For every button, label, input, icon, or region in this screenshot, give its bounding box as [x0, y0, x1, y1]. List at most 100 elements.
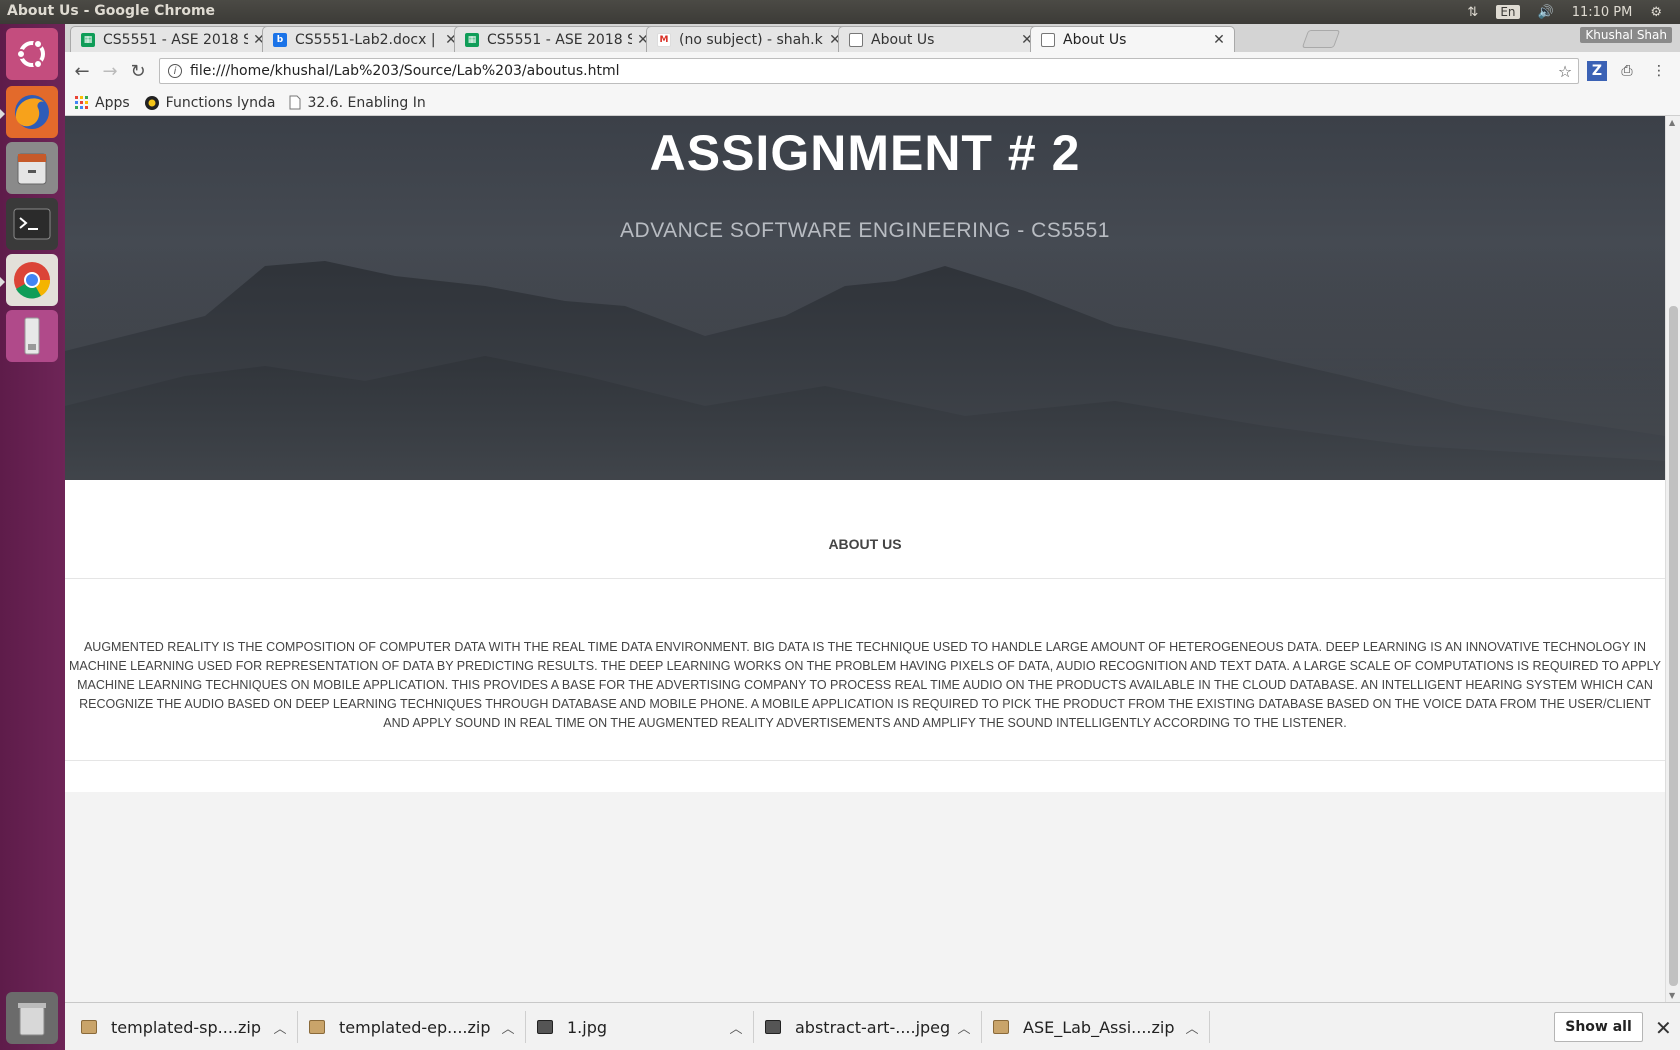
bookmark-label: 32.6. Enabling In [307, 94, 426, 111]
terminal-launcher-button[interactable] [6, 198, 58, 250]
bookmark-enabling[interactable]: 32.6. Enabling In [289, 94, 426, 111]
tab-about-us-active[interactable]: About Us ✕ [1030, 26, 1235, 52]
scroll-down-arrow-icon[interactable]: ▼ [1669, 991, 1675, 1000]
tab-title: About Us [871, 31, 935, 48]
page-icon [289, 95, 301, 110]
firefox-icon [15, 95, 49, 129]
gmail-icon: M [657, 32, 671, 47]
download-name: 1.jpg [567, 1017, 608, 1037]
url-text[interactable]: file:///home/khushal/Lab%203/Source/Lab%… [190, 63, 1552, 79]
chevron-up-icon[interactable]: ︿ [271, 1018, 289, 1037]
close-tab-icon[interactable]: ✕ [1212, 32, 1226, 48]
volume-icon[interactable]: 🔊 [1538, 5, 1554, 20]
download-name: templated-ep....zip [339, 1017, 491, 1037]
system-tray: ⇅ En 🔊 11:10 PM ⚙ [1467, 0, 1680, 24]
apps-grid-icon [75, 95, 89, 110]
usb-drive-icon [24, 317, 40, 355]
chevron-up-icon[interactable]: ︿ [727, 1018, 745, 1037]
window-title: About Us - Google Chrome [7, 3, 216, 19]
ubuntu-dash-button[interactable] [6, 28, 58, 80]
clock[interactable]: 11:10 PM [1572, 5, 1633, 20]
zip-icon [81, 1020, 97, 1034]
unity-launcher [0, 24, 65, 1050]
download-shelf: templated-sp....zip ︿ templated-ep....zi… [65, 1002, 1680, 1050]
tab-lab2-docx[interactable]: b CS5551-Lab2.docx | ✕ [262, 26, 467, 52]
network-icon[interactable]: ⇅ [1467, 5, 1478, 20]
about-section: ABOUT US AUGMENTED REALITY IS THE COMPOS… [65, 480, 1665, 792]
bookmark-label: Functions lynda [165, 94, 276, 111]
tab-title: (no subject) - shah.k [679, 31, 823, 48]
tab-about-us-1[interactable]: About Us ✕ [838, 26, 1043, 52]
browser-toolbar: ← → ↻ i file:///home/khushal/Lab%203/Sou… [65, 52, 1680, 90]
terminal-icon [13, 208, 51, 240]
download-name: templated-sp....zip [111, 1017, 261, 1037]
zotero-extension-icon[interactable]: Z [1587, 61, 1607, 81]
file-cabinet-icon [17, 153, 47, 185]
image-icon [537, 1020, 553, 1034]
back-arrow-icon[interactable]: ← [71, 60, 93, 82]
firefox-launcher-button[interactable] [6, 86, 58, 138]
settings-gear-icon[interactable]: ⚙ [1650, 5, 1662, 20]
profile-name-badge[interactable]: Khushal Shah [1580, 27, 1672, 43]
bookmark-apps[interactable]: Apps [75, 95, 130, 111]
launcher-running-pip [0, 277, 5, 287]
tab-title: About Us [1063, 31, 1127, 48]
lynda-icon [144, 95, 160, 111]
image-icon [765, 1020, 781, 1034]
bookmark-label: Apps [95, 94, 130, 111]
scroll-up-arrow-icon[interactable]: ▲ [1669, 118, 1675, 127]
download-name: ASE_Lab_Assi....zip [1023, 1017, 1175, 1037]
bookmark-star-icon[interactable]: ☆ [1552, 62, 1578, 81]
keyboard-language-indicator[interactable]: En [1496, 5, 1520, 19]
hero-banner: ASSIGNMENT # 2 ADVANCE SOFTWARE ENGINEER… [65, 116, 1665, 480]
zip-icon [309, 1020, 325, 1034]
tab-strip: ▦ CS5551 - ASE 2018 S ✕ b CS5551-Lab2.do… [65, 24, 1680, 52]
system-top-panel: About Us - Google Chrome ⇅ En 🔊 11:10 PM… [0, 0, 1680, 24]
scrollbar-thumb[interactable] [1669, 306, 1678, 986]
files-launcher-button[interactable] [6, 142, 58, 194]
hero-subtitle: ADVANCE SOFTWARE ENGINEERING - CS5551 [620, 219, 1110, 242]
download-name: abstract-art-....jpeg [795, 1017, 951, 1037]
tab-title: CS5551 - ASE 2018 S [487, 31, 632, 48]
tab-ase-sheet-1[interactable]: ▦ CS5551 - ASE 2018 S ✕ [70, 26, 275, 52]
chevron-up-icon[interactable]: ︿ [955, 1018, 973, 1037]
chrome-icon [14, 262, 51, 299]
about-paragraph: AUGMENTED REALITY IS THE COMPOSITION OF … [69, 640, 1661, 730]
address-bar[interactable]: i file:///home/khushal/Lab%203/Source/La… [159, 58, 1579, 84]
page-icon [849, 32, 863, 47]
tab-gmail[interactable]: M (no subject) - shah.k ✕ [646, 26, 851, 52]
trash-launcher-button[interactable] [6, 992, 58, 1044]
menu-kebab-icon[interactable]: ⋮ [1649, 61, 1669, 81]
download-item[interactable]: templated-ep....zip ︿ [293, 1011, 526, 1043]
section-divider [65, 578, 1665, 579]
sheets-icon: ▦ [81, 32, 95, 47]
zip-icon [993, 1020, 1009, 1034]
info-icon[interactable]: i [168, 64, 182, 78]
download-item[interactable]: 1.jpg ︿ [521, 1011, 754, 1043]
print-extension-icon[interactable]: ⎙ [1617, 61, 1637, 81]
chevron-up-icon[interactable]: ︿ [499, 1018, 517, 1037]
bookmarks-bar: Apps Functions lynda 32.6. Enabling In [65, 90, 1680, 116]
new-tab-button[interactable] [1301, 30, 1341, 48]
tab-title: CS5551 - ASE 2018 S [103, 31, 248, 48]
show-all-downloads-button[interactable]: Show all [1554, 1012, 1643, 1042]
usb-launcher-button[interactable] [6, 310, 58, 362]
chevron-up-icon[interactable]: ︿ [1183, 1018, 1201, 1037]
reload-icon[interactable]: ↻ [127, 60, 149, 82]
forward-arrow-icon[interactable]: → [99, 60, 121, 82]
tab-ase-sheet-2[interactable]: ▦ CS5551 - ASE 2018 S ✕ [454, 26, 659, 52]
ubuntu-logo-icon [16, 39, 45, 69]
download-item[interactable]: templated-sp....zip ︿ [65, 1011, 298, 1043]
download-item[interactable]: abstract-art-....jpeg ︿ [749, 1011, 982, 1043]
bookmark-functions-lynda[interactable]: Functions lynda [144, 94, 276, 111]
hero-title: ASSIGNMENT # 2 [649, 125, 1081, 181]
close-icon[interactable]: ✕ [1655, 1016, 1672, 1040]
trash-icon [18, 1003, 46, 1036]
chrome-launcher-button[interactable] [6, 254, 58, 306]
launcher-running-pip [0, 109, 5, 119]
page-viewport: ASSIGNMENT # 2 ADVANCE SOFTWARE ENGINEER… [65, 116, 1665, 1002]
download-item[interactable]: ASE_Lab_Assi....zip ︿ [977, 1011, 1210, 1043]
box-icon: b [273, 32, 287, 47]
section-divider [65, 760, 1665, 761]
page-scrollbar[interactable]: ▲ ▼ [1665, 116, 1680, 1002]
